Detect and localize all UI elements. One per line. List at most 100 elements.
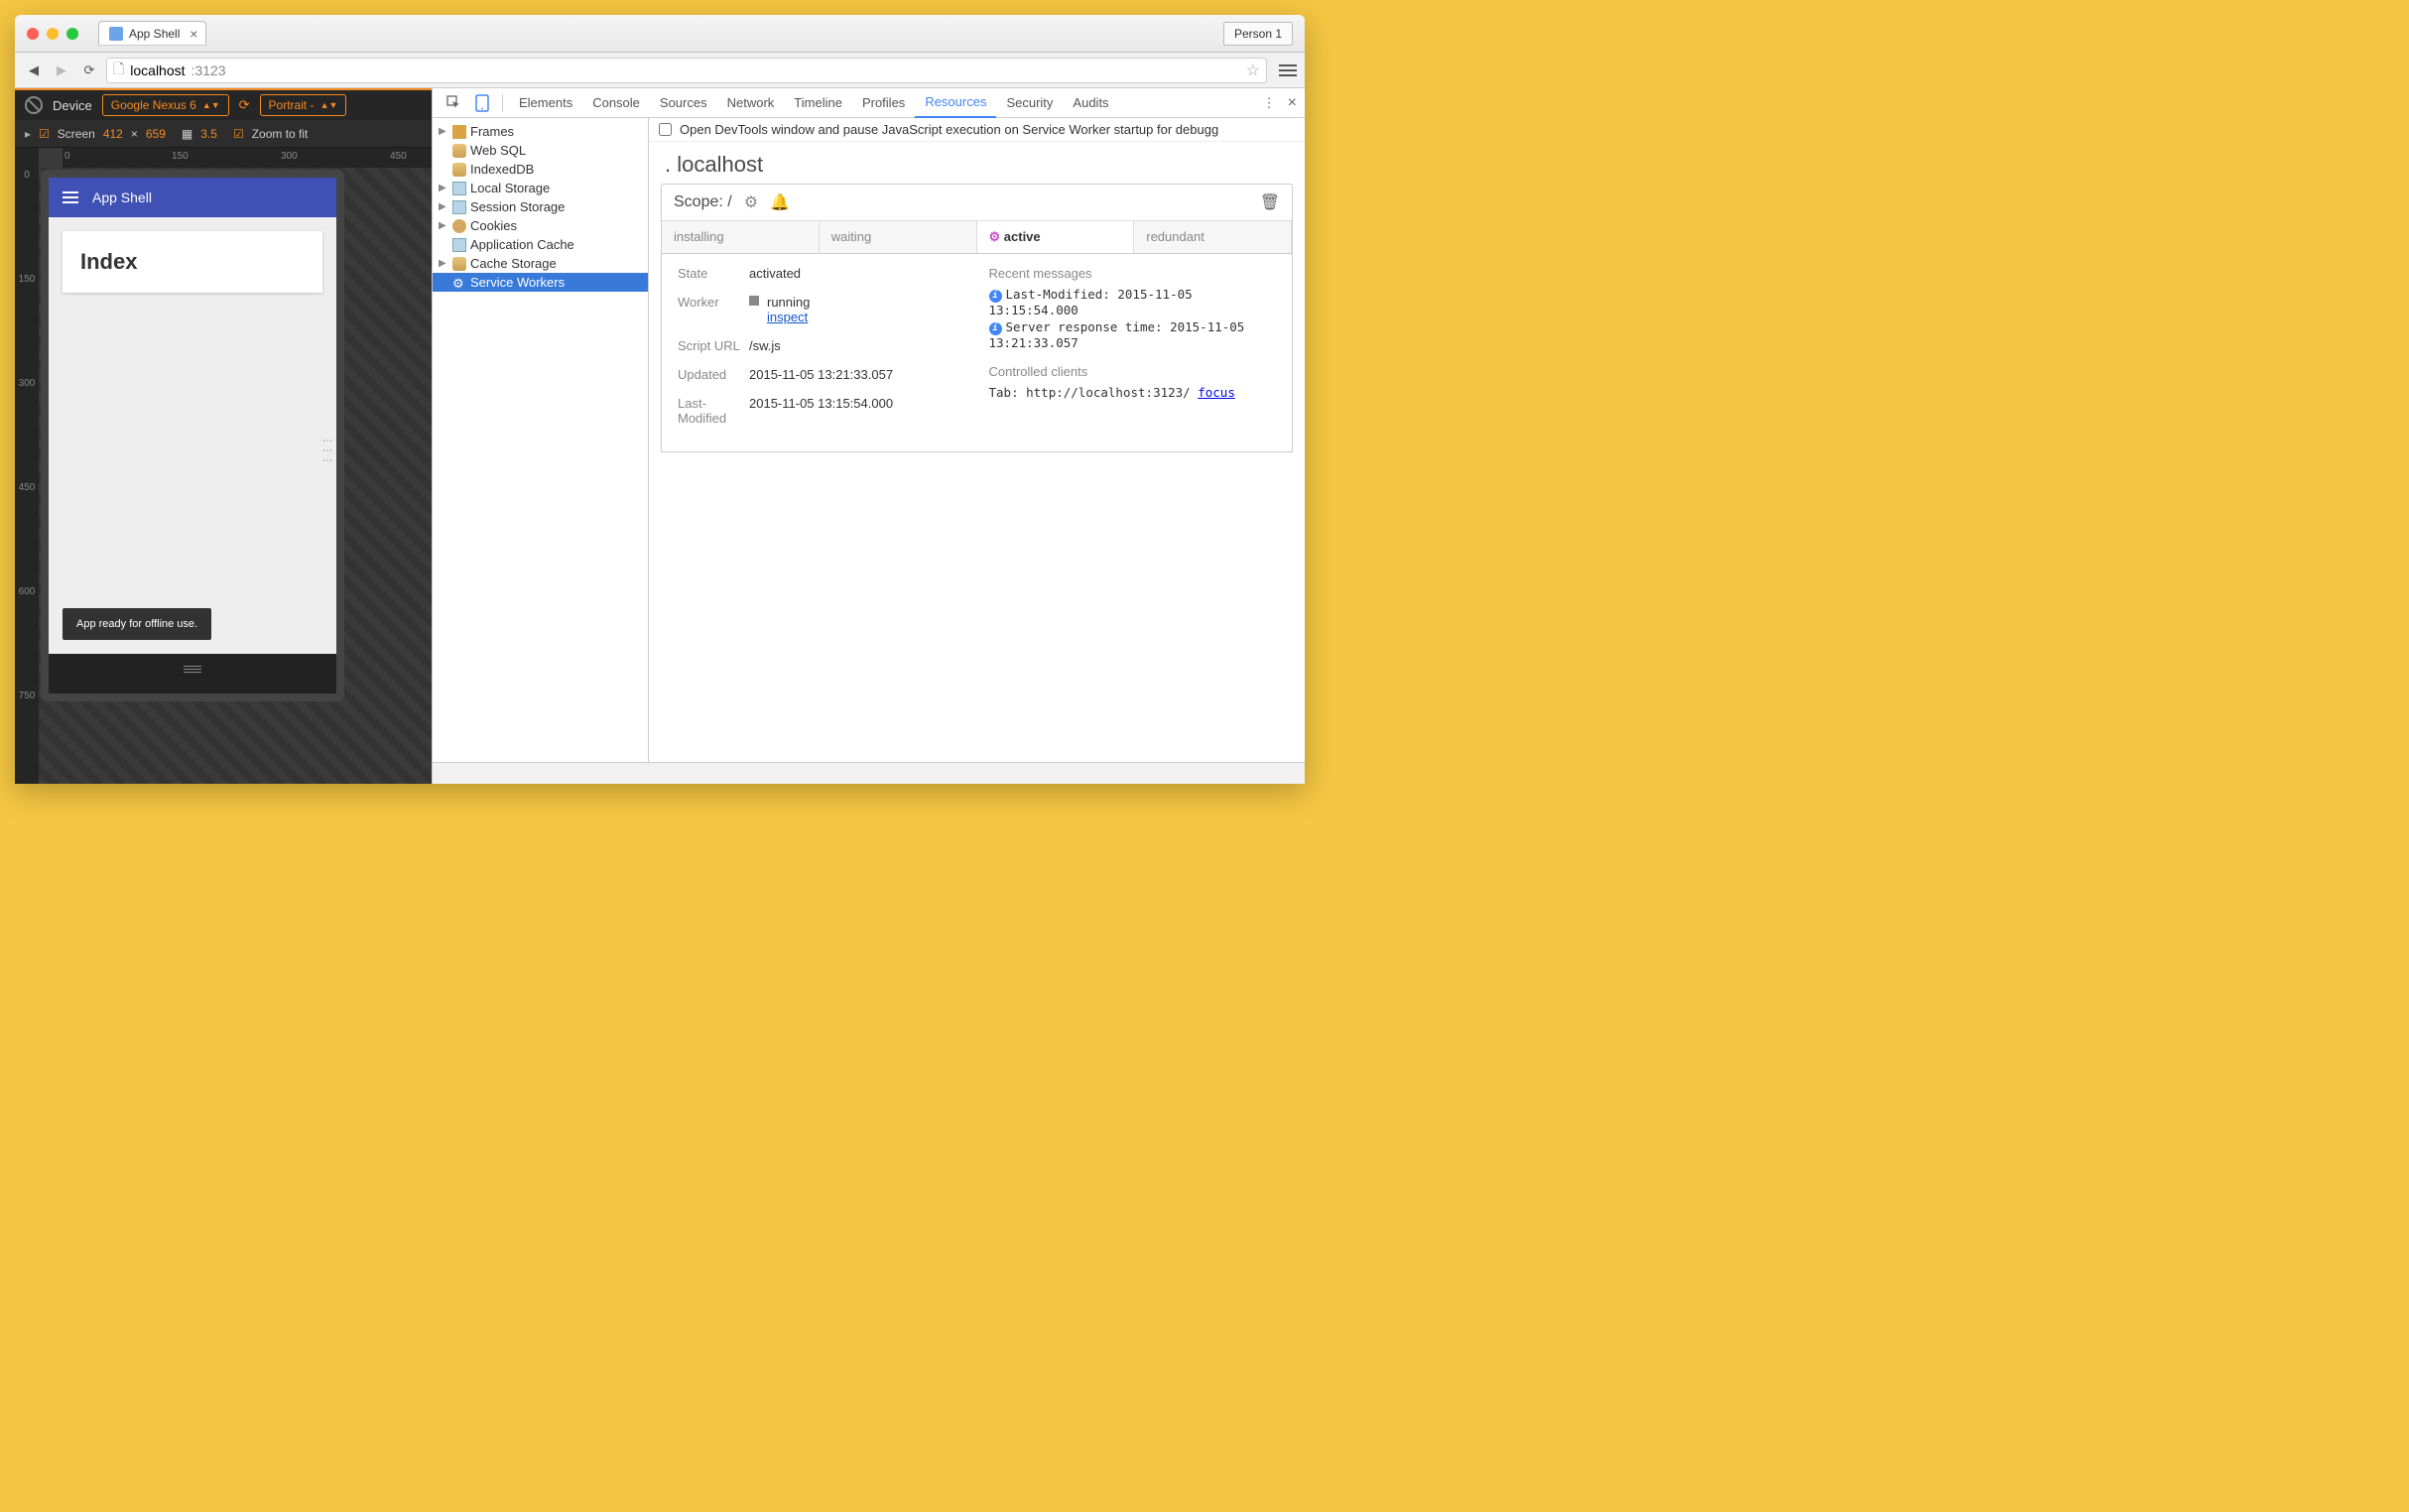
tree-item-session-storage[interactable]: ▶Session Storage xyxy=(433,197,648,216)
script-label: Script URL xyxy=(678,338,749,353)
log-line: iServer response time: 2015-11-05 13:21:… xyxy=(989,319,1277,350)
device-select[interactable]: Google Nexus 6▲▼ xyxy=(102,94,229,116)
nav-bar xyxy=(49,654,336,684)
close-window-icon[interactable] xyxy=(27,28,39,40)
info-icon: i xyxy=(989,322,1002,335)
updated-value: 2015-11-05 13:21:33.057 xyxy=(749,367,965,382)
close-devtools-icon[interactable]: × xyxy=(1288,94,1297,112)
device-label: Device xyxy=(53,98,92,113)
profile-button[interactable]: Person 1 xyxy=(1223,22,1293,46)
tab-resources[interactable]: Resources xyxy=(915,88,996,118)
card-heading: Index xyxy=(80,249,305,275)
toggle-device-icon[interactable] xyxy=(468,94,496,112)
tree-item-web-sql[interactable]: Web SQL xyxy=(433,141,648,160)
page-icon: 🗋 xyxy=(113,59,124,82)
more-icon[interactable]: ⋮ xyxy=(1263,95,1276,111)
modified-value: 2015-11-05 13:15:54.000 xyxy=(749,396,965,426)
devtools-drawer[interactable] xyxy=(433,762,1305,784)
back-button[interactable]: ◀ xyxy=(23,60,45,81)
swap-icon[interactable]: ⟳ xyxy=(239,97,250,113)
bookmark-star-icon[interactable]: ☆ xyxy=(1246,61,1260,80)
stop-icon[interactable] xyxy=(749,296,759,306)
log-line: iLast-Modified: 2015-11-05 13:15:54.000 xyxy=(989,287,1277,317)
url-host: localhost xyxy=(130,63,185,78)
menu-icon[interactable] xyxy=(63,191,78,203)
app-title: App Shell xyxy=(92,189,152,205)
menu-button[interactable] xyxy=(1279,64,1297,76)
reload-button[interactable]: ⟳ xyxy=(78,60,100,81)
tab-elements[interactable]: Elements xyxy=(509,88,582,118)
zoom-window-icon[interactable] xyxy=(66,28,78,40)
device-subbar: ▸ ☑ Screen 412 × 659 ▦ 3.5 ☑ Zoom to fit xyxy=(15,120,432,148)
inspect-link[interactable]: inspect xyxy=(767,310,808,324)
zoom-label: Zoom to fit xyxy=(252,127,309,141)
tree-item-frames[interactable]: ▶Frames xyxy=(433,122,648,141)
controlled-clients-label: Controlled clients xyxy=(989,364,1277,379)
sw-host: . localhost xyxy=(649,142,1305,184)
worker-status: running xyxy=(767,295,810,310)
client-line: Tab: http://localhost:3123/ focus xyxy=(989,385,1277,400)
gear-icon[interactable]: ⚙ xyxy=(744,192,758,212)
dim-sep: × xyxy=(131,127,138,141)
bell-icon[interactable]: 🔔 xyxy=(770,192,790,212)
tab-sources[interactable]: Sources xyxy=(650,88,717,118)
forward-button[interactable]: ▶ xyxy=(51,60,72,81)
screen-checkbox[interactable]: ☑ xyxy=(39,127,50,141)
worker-label: Worker xyxy=(678,295,749,324)
screen-height[interactable]: 659 xyxy=(146,127,166,141)
script-value: /sw.js xyxy=(749,338,965,353)
pause-on-start-checkbox[interactable] xyxy=(659,123,672,136)
close-tab-icon[interactable]: × xyxy=(190,26,197,42)
url-port: :3123 xyxy=(191,63,226,78)
tree-item-application-cache[interactable]: Application Cache xyxy=(433,235,648,254)
zoom-checkbox[interactable]: ☑ xyxy=(233,127,244,141)
tree-item-service-workers[interactable]: ⚙Service Workers xyxy=(433,273,648,292)
block-icon[interactable] xyxy=(25,96,43,114)
sw-tab-redundant[interactable]: redundant xyxy=(1134,221,1292,253)
minimize-window-icon[interactable] xyxy=(47,28,59,40)
tab-security[interactable]: Security xyxy=(996,88,1063,118)
device-viewport: 0 150 300 450 600 750 App Shell xyxy=(15,168,432,784)
focus-link[interactable]: focus xyxy=(1198,385,1235,400)
tab-profiles[interactable]: Profiles xyxy=(852,88,915,118)
dpr-value[interactable]: 3.5 xyxy=(200,127,217,141)
screen-width[interactable]: 412 xyxy=(103,127,123,141)
app-header: App Shell xyxy=(49,178,336,217)
content-card: Index xyxy=(63,231,322,293)
pause-on-start-label: Open DevTools window and pause JavaScrip… xyxy=(680,122,1218,137)
tab-audits[interactable]: Audits xyxy=(1063,88,1118,118)
tree-item-local-storage[interactable]: ▶Local Storage xyxy=(433,179,648,197)
tree-item-indexeddb[interactable]: IndexedDB xyxy=(433,160,648,179)
ruler-horizontal: 0 150 300 450 xyxy=(63,148,432,168)
device-screen[interactable]: App Shell Index App ready for offline us… xyxy=(49,178,336,654)
tab-console[interactable]: Console xyxy=(582,88,650,118)
page-favicon-icon xyxy=(109,27,123,41)
sw-scope: Scope: / ⚙ 🔔 🗑 installing waiting ⚙ acti… xyxy=(661,184,1293,254)
tree-item-cache-storage[interactable]: ▶Cache Storage xyxy=(433,254,648,273)
toast: App ready for offline use. xyxy=(63,608,211,640)
content-area: Device Google Nexus 6▲▼ ⟳ Portrait -▲▼ ▸… xyxy=(15,88,1305,784)
sw-tab-active[interactable]: ⚙ active xyxy=(977,221,1135,253)
traffic-lights xyxy=(27,28,78,40)
info-icon: i xyxy=(989,290,1002,303)
device-frame: App Shell Index App ready for offline us… xyxy=(49,178,336,693)
scrollbar-handle-icon[interactable]: ⋮⋮⋮ xyxy=(321,436,332,465)
tree-item-cookies[interactable]: ▶Cookies xyxy=(433,216,648,235)
tab-title: App Shell xyxy=(129,27,180,41)
tab-network[interactable]: Network xyxy=(717,88,785,118)
sw-tab-waiting[interactable]: waiting xyxy=(820,221,977,253)
screen-label: Screen xyxy=(58,127,95,141)
orientation-select[interactable]: Portrait -▲▼ xyxy=(260,94,347,116)
devtools-body: ▶FramesWeb SQLIndexedDB▶Local Storage▶Se… xyxy=(433,118,1305,762)
tab-timeline[interactable]: Timeline xyxy=(784,88,852,118)
recent-apps-icon[interactable] xyxy=(184,666,201,673)
resources-tree: ▶FramesWeb SQLIndexedDB▶Local Storage▶Se… xyxy=(433,118,649,762)
browser-tab[interactable]: App Shell × xyxy=(98,21,206,46)
address-bar[interactable]: 🗋 localhost :3123 ☆ xyxy=(106,58,1267,83)
sw-tab-installing[interactable]: installing xyxy=(662,221,820,253)
inspect-element-icon[interactable] xyxy=(441,95,468,111)
drawer-toggle-icon[interactable]: ▸ xyxy=(25,127,31,141)
trash-icon[interactable]: 🗑 xyxy=(1260,192,1280,212)
recent-messages-label: Recent messages xyxy=(989,266,1277,281)
sw-options-bar: Open DevTools window and pause JavaScrip… xyxy=(649,118,1305,142)
